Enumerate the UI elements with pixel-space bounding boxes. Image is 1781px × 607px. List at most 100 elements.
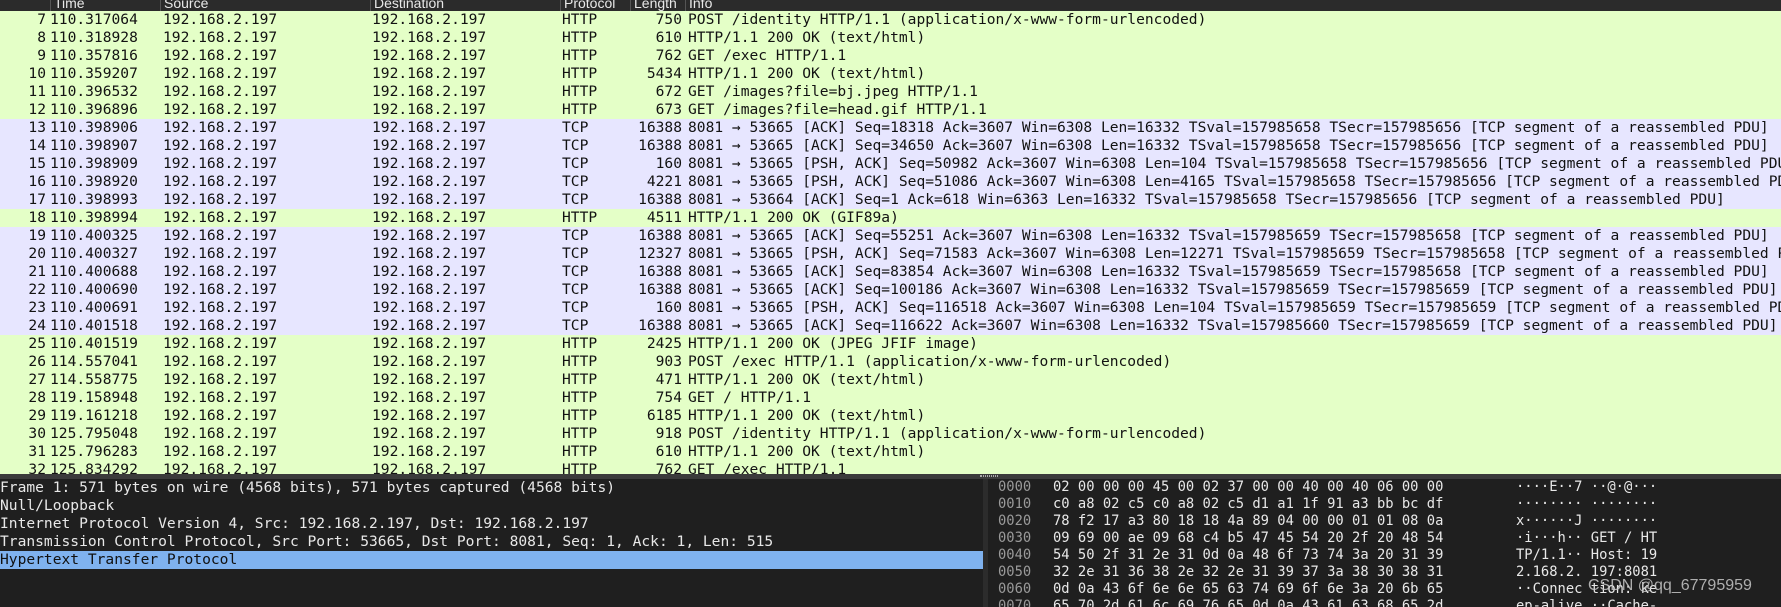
bytes-hex[interactable]: 32 2e 31 36 38 2e 32 2e 31 39 37 3a 38 3…	[1053, 564, 1443, 581]
bytes-hex[interactable]: c0 a8 02 c5 c0 a8 02 c5 d1 a1 1f 91 a3 b…	[1053, 496, 1443, 513]
bytes-offset[interactable]: 0050	[998, 564, 1031, 581]
bytes-offset[interactable]: 0010	[998, 496, 1031, 513]
packet-row[interactable]: 9 110.357816 192.168.2.197 192.168.2.197 HTT…	[0, 47, 1781, 65]
packet-row[interactable]: 10 110.359207 192.168.2.197 192.168.2.197 HT…	[0, 65, 1781, 83]
bytes-hex[interactable]: 78 f2 17 a3 80 18 18 4a 89 04 00 00 01 0…	[1053, 513, 1443, 530]
column-time-header[interactable]: Time	[50, 0, 160, 11]
bytes-offset[interactable]: 0020	[998, 513, 1031, 530]
packet-row[interactable]: 27 114.558775 192.168.2.197 192.168.2.197 HT…	[0, 371, 1781, 389]
bytes-offset[interactable]: 0070	[998, 598, 1031, 607]
bytes-row: 0020 78 f2 17 a3 80 18 18 4a 89 04 00 00 …	[988, 513, 1781, 530]
packet-destination: 192.168.2.197	[372, 29, 487, 46]
packet-row[interactable]: 11 110.396532 192.168.2.197 192.168.2.197 HT…	[0, 83, 1781, 101]
packet-row[interactable]: 17 110.398993 192.168.2.197 192.168.2.197 TC…	[0, 191, 1781, 209]
packet-number: 27	[28, 371, 46, 388]
splitter-grip-icon[interactable]	[980, 475, 998, 477]
packet-row[interactable]: 20 110.400327 192.168.2.197 192.168.2.197 TC…	[0, 245, 1781, 263]
bytes-offset[interactable]: 0030	[998, 530, 1031, 547]
packet-length: 754	[655, 389, 682, 406]
bytes-row: 0010 c0 a8 02 c5 c0 a8 02 c5 d1 a1 1f 91 …	[988, 496, 1781, 513]
bytes-offset[interactable]: 0000	[998, 479, 1031, 496]
packet-number: 32	[28, 461, 46, 474]
packet-destination: 192.168.2.197	[372, 47, 487, 64]
packet-destination: 192.168.2.197	[372, 443, 487, 460]
column-info-header[interactable]: Info	[685, 0, 1781, 11]
detail-tree-item[interactable]: Hypertext Transfer Protocol	[0, 551, 983, 569]
packet-source: 192.168.2.197	[163, 263, 278, 280]
packet-row[interactable]: 30 125.795048 192.168.2.197 192.168.2.197 HT…	[0, 425, 1781, 443]
detail-tree-item[interactable]: Internet Protocol Version 4, Src: 192.16…	[0, 515, 983, 533]
bytes-hex[interactable]: 0d 0a 43 6f 6e 6e 65 63 74 69 6f 6e 3a 2…	[1053, 581, 1443, 598]
bytes-hex[interactable]: 02 00 00 00 45 00 02 37 00 00 40 00 40 0…	[1053, 479, 1443, 496]
packet-row[interactable]: 25 110.401519 192.168.2.197 192.168.2.197 HT…	[0, 335, 1781, 353]
bytes-hex[interactable]: 09 69 00 ae 09 68 c4 b5 47 45 54 20 2f 2…	[1053, 530, 1443, 547]
packet-protocol: TCP	[562, 119, 589, 136]
packet-source: 192.168.2.197	[163, 137, 278, 154]
bytes-offset[interactable]: 0040	[998, 547, 1031, 564]
packet-row[interactable]: 29 119.161218 192.168.2.197 192.168.2.197 HT…	[0, 407, 1781, 425]
packet-info: HTTP/1.1 200 OK (text/html)	[688, 29, 926, 46]
packet-destination: 192.168.2.197	[372, 371, 487, 388]
packet-time: 110.357816	[50, 47, 138, 64]
detail-tree-item[interactable]: Frame 1: 571 bytes on wire (4568 bits), …	[0, 479, 983, 497]
packet-row[interactable]: 24 110.401518 192.168.2.197 192.168.2.197 TC…	[0, 317, 1781, 335]
packet-length: 762	[655, 47, 682, 64]
packet-source: 192.168.2.197	[163, 299, 278, 316]
packet-row[interactable]: 23 110.400691 192.168.2.197 192.168.2.197 TC…	[0, 299, 1781, 317]
packet-destination: 192.168.2.197	[372, 191, 487, 208]
bytes-hex[interactable]: 54 50 2f 31 2e 31 0d 0a 48 6f 73 74 3a 2…	[1053, 547, 1443, 564]
packet-row[interactable]: 12 110.396896 192.168.2.197 192.168.2.197 HT…	[0, 101, 1781, 119]
packet-protocol: HTTP	[562, 209, 598, 226]
bytes-ascii[interactable]: ········ ········	[1516, 496, 1657, 513]
column-length-header[interactable]: Length	[630, 0, 685, 11]
packet-row[interactable]: 22 110.400690 192.168.2.197 192.168.2.197 TC…	[0, 281, 1781, 299]
packet-row[interactable]: 18 110.398994 192.168.2.197 192.168.2.197 HT…	[0, 209, 1781, 227]
packet-time: 110.398994	[50, 209, 138, 226]
packet-row[interactable]: 7 110.317064 192.168.2.197 192.168.2.197 HTT…	[0, 11, 1781, 29]
bytes-ascii[interactable]: ····E··7 ··@·@···	[1516, 479, 1657, 496]
detail-tree-item[interactable]: Null/Loopback	[0, 497, 983, 515]
packet-source: 192.168.2.197	[163, 155, 278, 172]
packet-row[interactable]: 28 119.158948 192.168.2.197 192.168.2.197 HT…	[0, 389, 1781, 407]
packet-source: 192.168.2.197	[163, 173, 278, 190]
packet-length: 4221	[646, 173, 682, 190]
detail-tree-item[interactable]: Transmission Control Protocol, Src Port:…	[0, 533, 983, 551]
packet-destination: 192.168.2.197	[372, 245, 487, 262]
packet-number: 29	[28, 407, 46, 424]
packet-row[interactable]: 8 110.318928 192.168.2.197 192.168.2.197 HTT…	[0, 29, 1781, 47]
packet-source: 192.168.2.197	[163, 119, 278, 136]
packet-source: 192.168.2.197	[163, 227, 278, 244]
packet-destination: 192.168.2.197	[372, 317, 487, 334]
packet-row[interactable]: 21 110.400688 192.168.2.197 192.168.2.197 TC…	[0, 263, 1781, 281]
packet-length: 16388	[638, 263, 682, 280]
packet-row[interactable]: 15 110.398909 192.168.2.197 192.168.2.197 TC…	[0, 155, 1781, 173]
packet-source: 192.168.2.197	[163, 29, 278, 46]
packet-details-pane[interactable]: Frame 1: 571 bytes on wire (4568 bits), …	[0, 479, 983, 607]
bytes-ascii[interactable]: ep-alive ··Cache-	[1516, 598, 1657, 607]
bytes-ascii[interactable]: TP/1.1·· Host: 19	[1516, 547, 1657, 564]
column-source-header[interactable]: Source	[160, 0, 370, 11]
bytes-ascii[interactable]: ·i···h·· GET / HT	[1516, 530, 1657, 547]
packet-row[interactable]: 14 110.398907 192.168.2.197 192.168.2.197 TC…	[0, 137, 1781, 155]
packet-length: 610	[655, 443, 682, 460]
packet-destination: 192.168.2.197	[372, 65, 487, 82]
column-protocol-header[interactable]: Protocol	[560, 0, 630, 11]
bytes-offset[interactable]: 0060	[998, 581, 1031, 598]
column-destination-header[interactable]: Destination	[370, 0, 560, 11]
bytes-hex[interactable]: 65 70 2d 61 6c 69 76 65 0d 0a 43 61 63 6…	[1053, 598, 1443, 607]
packet-protocol: HTTP	[562, 335, 598, 352]
packet-time: 125.795048	[50, 425, 138, 442]
packet-row[interactable]: 16 110.398920 192.168.2.197 192.168.2.197 TC…	[0, 173, 1781, 191]
packet-info: GET / HTTP/1.1	[688, 389, 812, 406]
packet-row[interactable]: 26 114.557041 192.168.2.197 192.168.2.197 HT…	[0, 353, 1781, 371]
bytes-ascii[interactable]: x······J ········	[1516, 513, 1657, 530]
packet-time: 110.398920	[50, 173, 138, 190]
packet-source: 192.168.2.197	[163, 209, 278, 226]
packet-list[interactable]: Time Source Destination Protocol Length …	[0, 0, 1781, 474]
packet-protocol: TCP	[562, 227, 589, 244]
packet-row[interactable]: 19 110.400325 192.168.2.197 192.168.2.197 TC…	[0, 227, 1781, 245]
packet-row[interactable]: 31 125.796283 192.168.2.197 192.168.2.197 HT…	[0, 443, 1781, 461]
packet-row[interactable]: 32 125.834292 192.168.2.197 192.168.2.197 HT…	[0, 461, 1781, 474]
packet-row[interactable]: 13 110.398906 192.168.2.197 192.168.2.197 TC…	[0, 119, 1781, 137]
column-no-header[interactable]	[0, 0, 50, 11]
